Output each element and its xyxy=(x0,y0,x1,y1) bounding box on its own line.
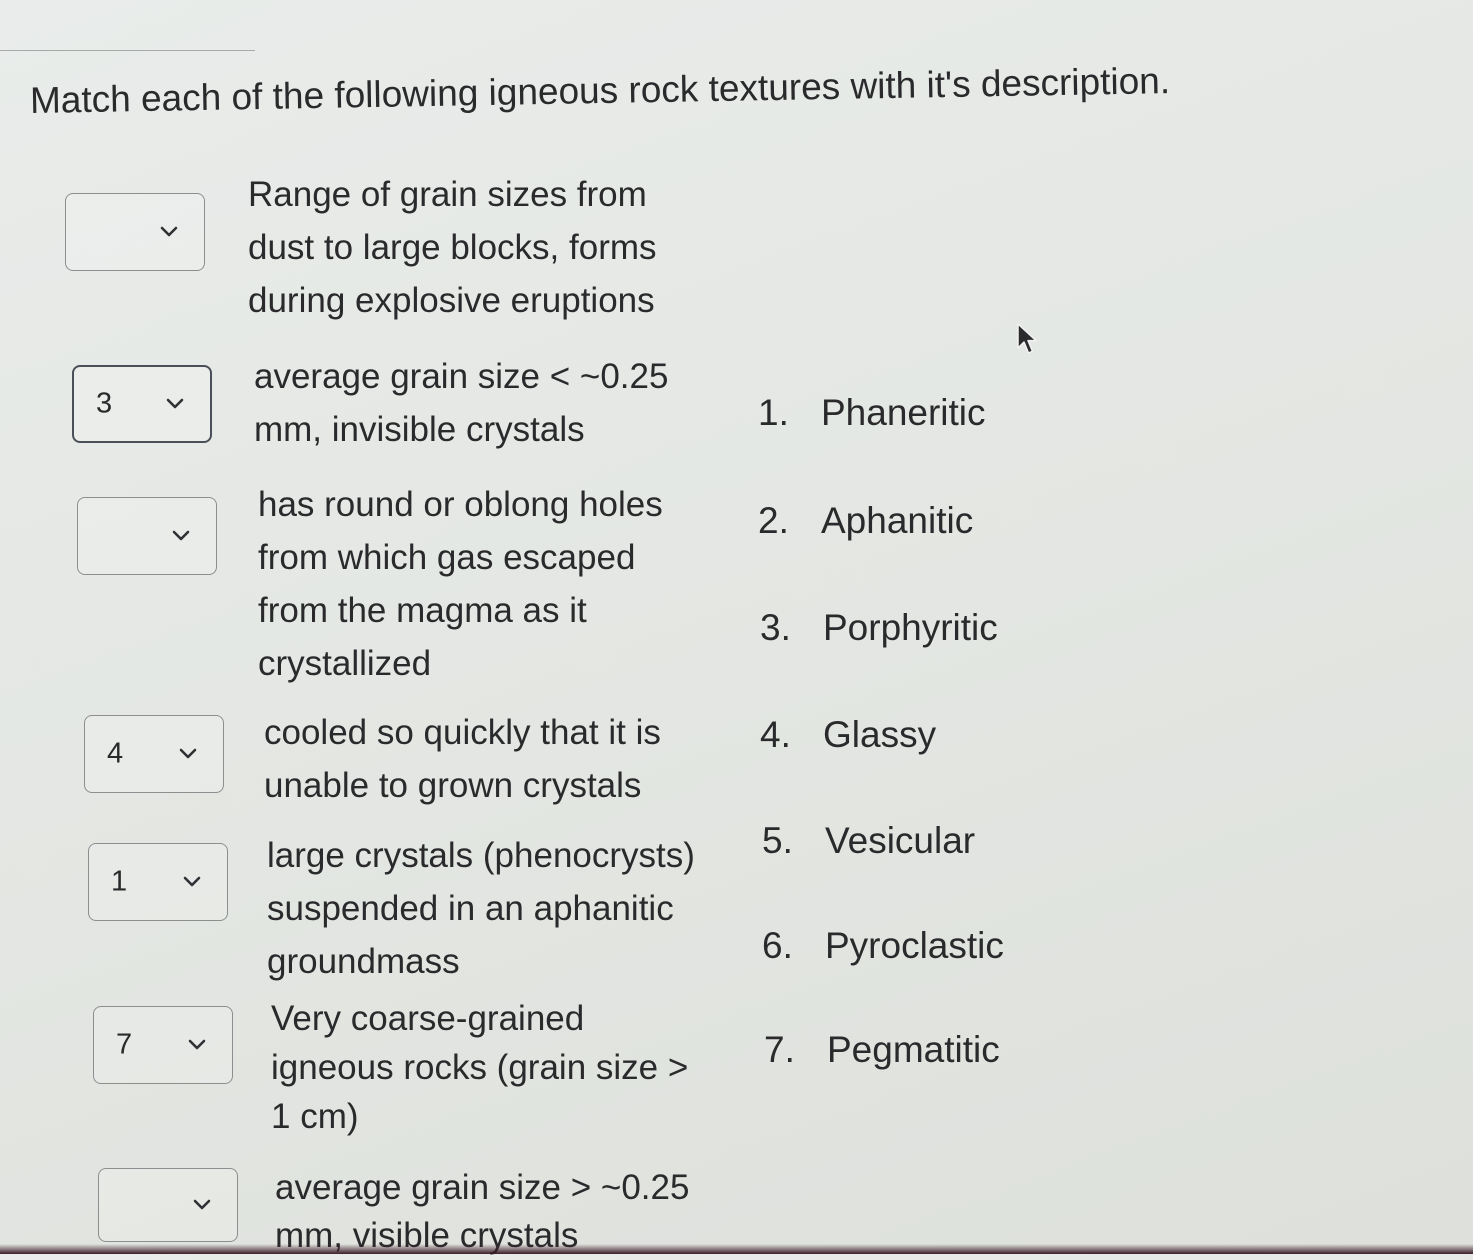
dropdown-selected-value: 3 xyxy=(96,387,113,420)
match-row: Range of grain sizes from dust to large … xyxy=(0,172,740,332)
question-prompt: Match each of the following igneous rock… xyxy=(29,60,1171,121)
chevron-down-icon xyxy=(172,530,190,541)
option-item: 7. Pegmatitic xyxy=(764,1025,1000,1075)
option-number: 6. xyxy=(762,925,793,966)
match-description: Very coarse-grained igneous rocks (grain… xyxy=(271,999,689,1136)
match-row: 3 average grain size < ~0.25 mm, invisib… xyxy=(0,352,740,462)
answer-dropdown[interactable] xyxy=(98,1168,238,1242)
option-item: 5. Vesicular xyxy=(762,816,975,866)
option-number: 4. xyxy=(760,714,791,755)
dropdown-selected-value: 4 xyxy=(107,737,124,770)
answer-dropdown[interactable] xyxy=(77,497,217,575)
answer-dropdown[interactable]: 4 xyxy=(84,715,224,793)
screen-bottom-edge xyxy=(0,1244,1473,1254)
answer-dropdown[interactable] xyxy=(65,193,205,271)
option-label: Aphanitic xyxy=(821,500,974,541)
mouse-pointer-icon xyxy=(1017,323,1037,354)
option-number: 2. xyxy=(758,500,789,541)
dropdown-selected-value: 1 xyxy=(111,865,128,898)
chevron-down-icon xyxy=(166,398,184,409)
dropdown-selected-value: 7 xyxy=(116,1028,133,1061)
match-description: Range of grain sizes from dust to large … xyxy=(248,175,657,320)
option-item: 3. Porphyritic xyxy=(760,603,998,653)
option-item: 1. Phaneritic xyxy=(758,388,986,438)
option-number: 5. xyxy=(762,820,793,861)
match-description: large crystals (phenocrysts) suspended i… xyxy=(267,836,695,981)
match-description: cooled so quickly that it is unable to g… xyxy=(264,713,661,805)
option-label: Pyroclastic xyxy=(825,925,1004,966)
chevron-down-icon xyxy=(193,1199,211,1210)
option-label: Pegmatitic xyxy=(827,1029,1000,1070)
option-label: Glassy xyxy=(823,714,937,755)
option-item: 4. Glassy xyxy=(760,710,936,760)
option-label: Phaneritic xyxy=(821,392,986,433)
top-divider xyxy=(0,50,255,51)
option-item: 6. Pyroclastic xyxy=(762,921,1004,971)
option-number: 7. xyxy=(764,1029,795,1070)
option-item: 2. Aphanitic xyxy=(758,496,973,546)
chevron-down-icon xyxy=(188,1039,206,1050)
option-label: Porphyritic xyxy=(823,607,998,648)
option-number: 3. xyxy=(760,607,791,648)
match-row: 1 large crystals (phenocrysts) suspended… xyxy=(0,829,740,989)
match-row: 4 cooled so quickly that it is unable to… xyxy=(0,706,740,816)
match-description: average grain size < ~0.25 mm, invisible… xyxy=(254,357,669,449)
match-row: has round or oblong holes from which gas… xyxy=(0,478,740,693)
chevron-down-icon xyxy=(179,748,197,759)
answer-dropdown[interactable]: 1 xyxy=(88,843,228,921)
chevron-down-icon xyxy=(160,226,178,237)
answer-dropdown[interactable]: 3 xyxy=(72,365,212,443)
chevron-down-icon xyxy=(183,876,201,887)
match-row: average grain size > ~0.25 mm, visible c… xyxy=(0,1164,740,1255)
option-label: Vesicular xyxy=(825,820,976,861)
match-description: has round or oblong holes from which gas… xyxy=(258,485,663,683)
answer-dropdown[interactable]: 7 xyxy=(93,1006,233,1084)
option-number: 1. xyxy=(758,392,789,433)
match-row: 7 Very coarse-grained igneous rocks (gra… xyxy=(0,994,740,1149)
